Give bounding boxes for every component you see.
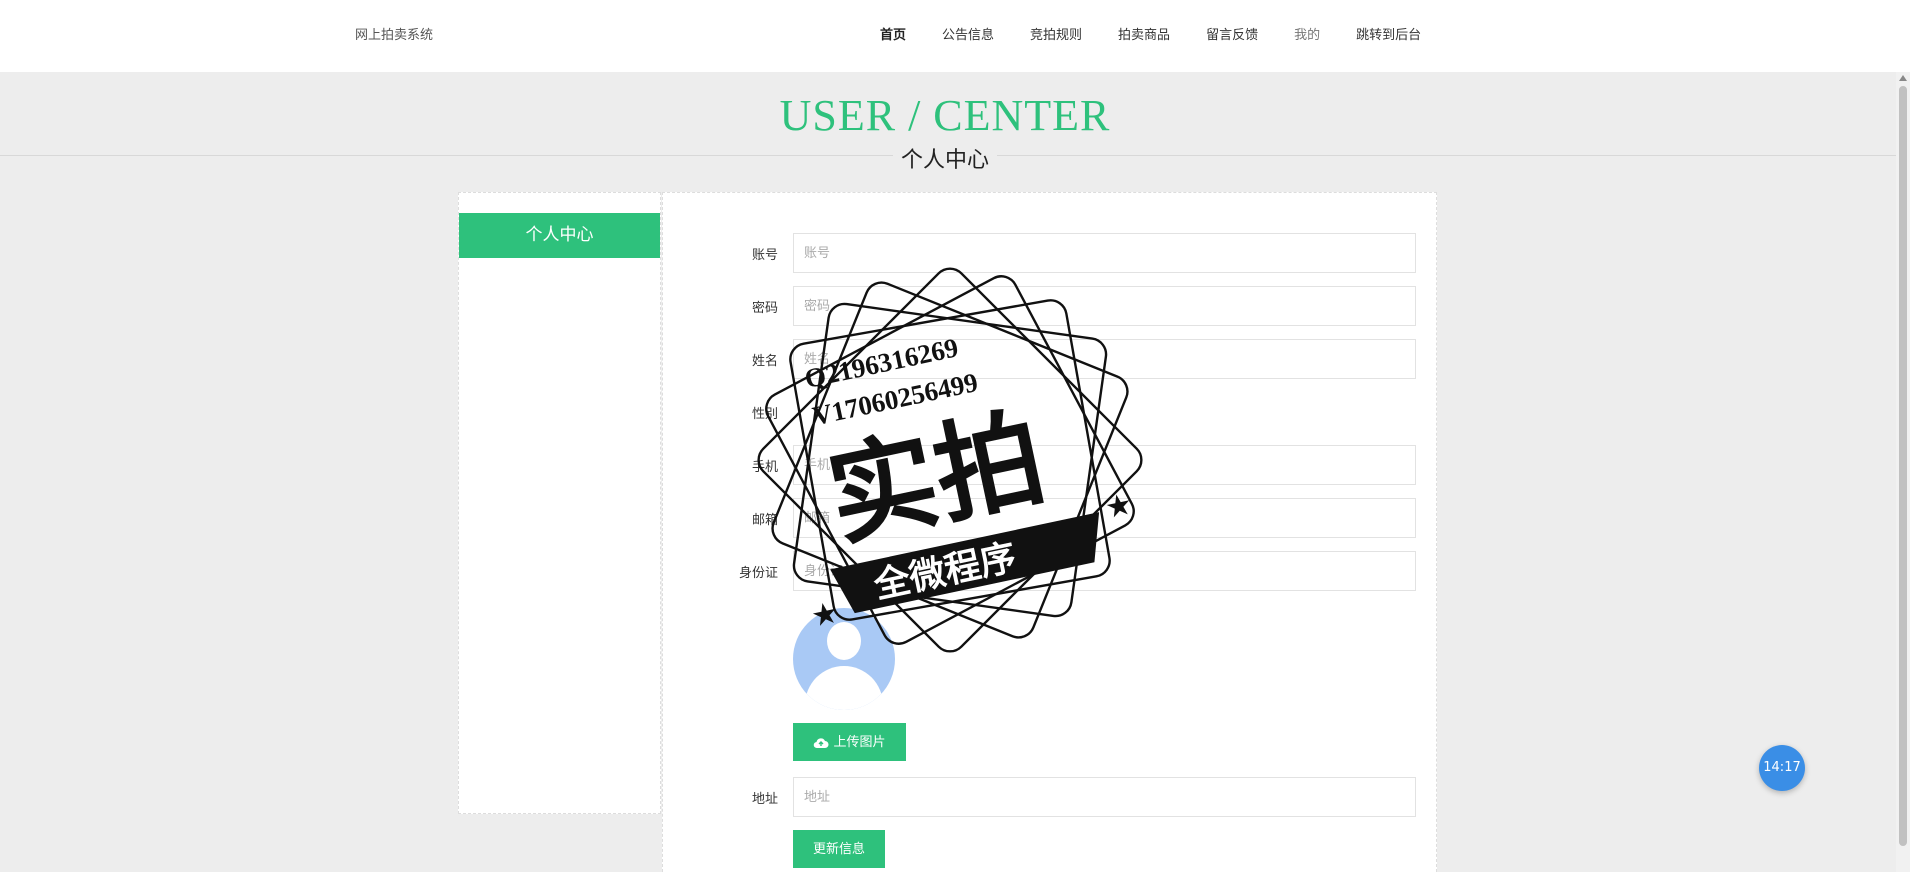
upload-image-label: 上传图片: [833, 734, 886, 749]
account-input[interactable]: [793, 233, 1416, 273]
field-password: 密码: [663, 286, 1438, 326]
page-scrollbar[interactable]: [1896, 72, 1910, 872]
field-email: 邮箱: [663, 498, 1438, 538]
avatar-body-shape: [805, 666, 883, 710]
field-id-card: 身份证: [663, 551, 1438, 591]
cloud-upload-icon: [814, 737, 829, 748]
nav-home[interactable]: 首页: [880, 24, 906, 43]
profile-form-panel: 账号 密码 姓名 性别 手机 邮箱 身份证 上传图片 地址 更新信息: [662, 192, 1437, 872]
sidebar: 个人中心: [458, 192, 661, 814]
nav-rules[interactable]: 竞拍规则: [1030, 24, 1082, 43]
field-account: 账号: [663, 233, 1438, 273]
name-input[interactable]: [793, 339, 1416, 379]
scroll-up-arrow-icon[interactable]: [1899, 75, 1907, 81]
page-subtitle-text: 个人中心: [892, 148, 997, 173]
nav-admin[interactable]: 跳转到后台: [1356, 24, 1421, 43]
field-phone: 手机: [663, 445, 1438, 485]
nav-feedback[interactable]: 留言反馈: [1206, 24, 1258, 43]
id-card-label: 身份证: [738, 566, 778, 581]
update-info-button[interactable]: 更新信息: [793, 830, 885, 868]
main-nav: 首页 公告信息 竞拍规则 拍卖商品 留言反馈 我的 跳转到后台: [880, 24, 1457, 43]
id-card-input[interactable]: [793, 551, 1416, 591]
field-gender: 性别: [663, 392, 1438, 432]
field-address: 地址: [663, 777, 1438, 817]
field-name: 姓名: [663, 339, 1438, 379]
page-title-en: USER / CENTER: [779, 91, 1111, 140]
password-input[interactable]: [793, 286, 1416, 326]
email-input[interactable]: [793, 498, 1416, 538]
upload-image-button[interactable]: 上传图片: [793, 723, 906, 761]
address-input[interactable]: [793, 777, 1416, 817]
nav-notices[interactable]: 公告信息: [942, 24, 994, 43]
floating-clock-badge[interactable]: 14:17: [1759, 745, 1805, 791]
account-label: 账号: [751, 248, 778, 263]
phone-input[interactable]: [793, 445, 1416, 485]
address-label: 地址: [751, 792, 778, 807]
name-label: 姓名: [751, 354, 778, 369]
email-label: 邮箱: [751, 513, 778, 528]
site-brand[interactable]: 网上拍卖系统: [355, 24, 433, 43]
password-label: 密码: [751, 301, 778, 316]
sidebar-item-user-center[interactable]: 个人中心: [459, 213, 660, 258]
scrollbar-thumb[interactable]: [1899, 86, 1907, 846]
page-subtitle: 个人中心: [0, 142, 1890, 174]
top-navbar: 网上拍卖系统 首页 公告信息 竞拍规则 拍卖商品 留言反馈 我的 跳转到后台: [0, 0, 1910, 72]
avatar-head-shape: [827, 622, 861, 660]
phone-label: 手机: [751, 460, 778, 475]
gender-label: 性别: [751, 407, 778, 422]
nav-mine[interactable]: 我的: [1294, 24, 1320, 43]
avatar-placeholder: [793, 608, 895, 710]
nav-auction-items[interactable]: 拍卖商品: [1118, 24, 1170, 43]
